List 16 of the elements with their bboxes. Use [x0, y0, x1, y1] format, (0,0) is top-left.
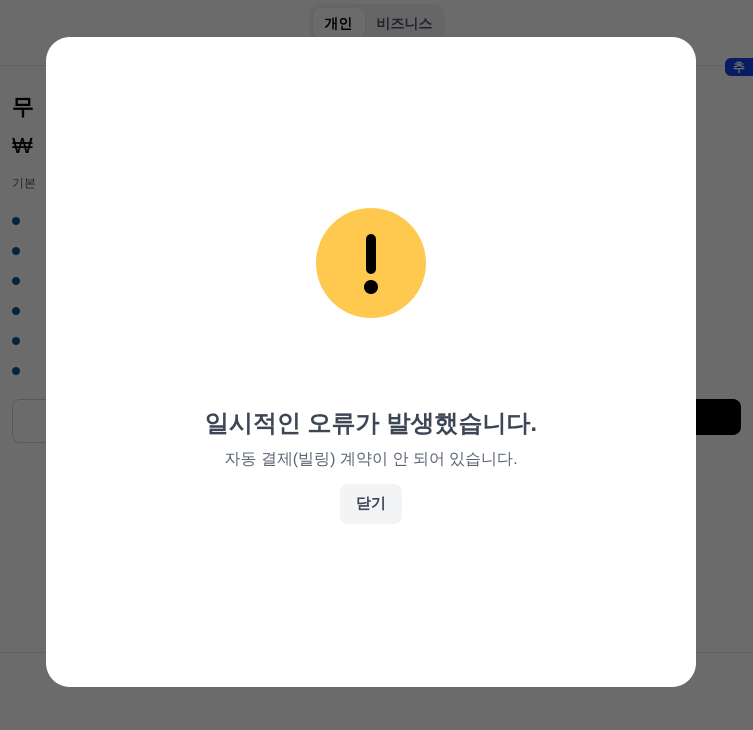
plan-price: ₩ — [12, 132, 34, 160]
recommend-badge: 추 — [725, 58, 753, 76]
bullet-icon — [12, 337, 20, 345]
warning-icon — [316, 208, 426, 318]
plan-tab[interactable]: 비즈니스 — [368, 8, 440, 38]
bullet-icon — [12, 277, 20, 285]
bullet-icon — [12, 367, 20, 375]
plan-description: 기본 — [12, 175, 37, 191]
plan-title: 무 — [12, 93, 35, 121]
dialog-title: 일시적인 오류가 발생했습니다. — [204, 409, 537, 439]
bullet-icon — [12, 247, 20, 255]
close-button[interactable]: 닫기 — [340, 484, 402, 524]
bullet-icon — [12, 217, 20, 225]
bullet-icon — [12, 307, 20, 315]
plan-tab[interactable]: 개인 — [312, 8, 364, 38]
dialog-message: 자동 결제(빌링) 계약이 안 되어 있습니다. — [224, 450, 518, 470]
